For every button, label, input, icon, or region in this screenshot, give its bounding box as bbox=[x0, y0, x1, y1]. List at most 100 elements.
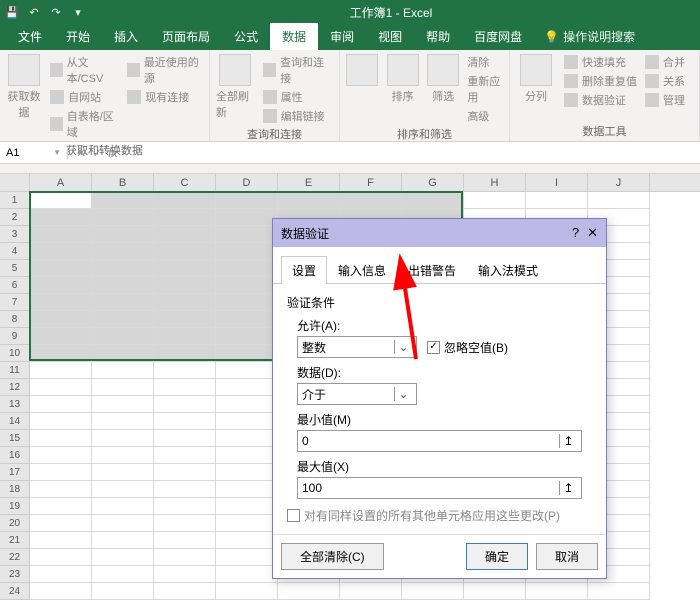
cell[interactable] bbox=[154, 362, 216, 379]
dialog-titlebar[interactable]: 数据验证 ? ✕ bbox=[273, 219, 606, 247]
cell[interactable] bbox=[154, 396, 216, 413]
row-header[interactable]: 1 bbox=[0, 192, 30, 209]
from-table[interactable]: 自表格/区域 bbox=[50, 108, 119, 140]
column-header[interactable]: H bbox=[464, 174, 526, 191]
row-header[interactable]: 12 bbox=[0, 379, 30, 396]
cell[interactable] bbox=[92, 515, 154, 532]
cell[interactable] bbox=[216, 515, 278, 532]
ok-button[interactable]: 确定 bbox=[466, 543, 528, 570]
sort-button[interactable]: 排序 bbox=[386, 54, 418, 104]
cell[interactable] bbox=[92, 192, 154, 209]
cancel-button[interactable]: 取消 bbox=[536, 543, 598, 570]
cell[interactable] bbox=[216, 413, 278, 430]
cell[interactable] bbox=[216, 243, 278, 260]
cell[interactable] bbox=[154, 277, 216, 294]
cell[interactable] bbox=[92, 226, 154, 243]
tab-input-msg[interactable]: 输入信息 bbox=[327, 256, 397, 284]
column-header[interactable]: J bbox=[588, 174, 650, 191]
row-header[interactable]: 5 bbox=[0, 260, 30, 277]
cell[interactable] bbox=[92, 396, 154, 413]
relationships[interactable]: 关系 bbox=[645, 73, 685, 89]
cell[interactable] bbox=[216, 481, 278, 498]
tab-view[interactable]: 视图 bbox=[366, 23, 414, 50]
column-header[interactable]: F bbox=[340, 174, 402, 191]
column-header[interactable]: B bbox=[92, 174, 154, 191]
row-header[interactable]: 19 bbox=[0, 498, 30, 515]
close-icon[interactable]: ✕ bbox=[587, 225, 598, 241]
column-header[interactable]: I bbox=[526, 174, 588, 191]
row-header[interactable]: 13 bbox=[0, 396, 30, 413]
cell[interactable] bbox=[588, 192, 650, 209]
cell[interactable] bbox=[30, 532, 92, 549]
recent-sources[interactable]: 最近使用的源 bbox=[127, 54, 203, 86]
cell[interactable] bbox=[92, 481, 154, 498]
cell[interactable] bbox=[154, 345, 216, 362]
name-box[interactable]: A1 ▼ bbox=[0, 147, 68, 159]
cell[interactable] bbox=[92, 549, 154, 566]
row-header[interactable]: 3 bbox=[0, 226, 30, 243]
cell[interactable] bbox=[92, 430, 154, 447]
cell[interactable] bbox=[30, 498, 92, 515]
cell[interactable] bbox=[92, 379, 154, 396]
cell[interactable] bbox=[30, 328, 92, 345]
row-header[interactable]: 6 bbox=[0, 277, 30, 294]
cell[interactable] bbox=[402, 583, 464, 600]
cell[interactable] bbox=[30, 396, 92, 413]
tab-error-alert[interactable]: 出错警告 bbox=[397, 256, 467, 284]
cell[interactable] bbox=[588, 583, 650, 600]
cell[interactable] bbox=[216, 311, 278, 328]
sort-az-button[interactable] bbox=[346, 54, 378, 86]
cell[interactable] bbox=[92, 243, 154, 260]
cell[interactable] bbox=[216, 549, 278, 566]
existing-conn[interactable]: 现有连接 bbox=[127, 89, 203, 105]
cell[interactable] bbox=[464, 583, 526, 600]
cell[interactable] bbox=[216, 328, 278, 345]
cell[interactable] bbox=[92, 260, 154, 277]
tab-ime-mode[interactable]: 输入法模式 bbox=[467, 256, 549, 284]
from-web[interactable]: 自网站 bbox=[50, 89, 119, 105]
remove-dup[interactable]: 删除重复值 bbox=[564, 73, 637, 89]
cell[interactable] bbox=[30, 464, 92, 481]
cell[interactable] bbox=[216, 583, 278, 600]
row-header[interactable]: 24 bbox=[0, 583, 30, 600]
cell[interactable] bbox=[216, 379, 278, 396]
row-header[interactable]: 14 bbox=[0, 413, 30, 430]
ignore-blank-checkbox[interactable]: ✓ 忽略空值(B) bbox=[427, 339, 508, 356]
cell[interactable] bbox=[154, 226, 216, 243]
column-header[interactable]: A bbox=[30, 174, 92, 191]
cell[interactable] bbox=[30, 549, 92, 566]
cell[interactable] bbox=[216, 192, 278, 209]
tab-review[interactable]: 审阅 bbox=[318, 23, 366, 50]
cell[interactable] bbox=[216, 277, 278, 294]
cancel-fx-icon[interactable]: ✕ bbox=[76, 146, 86, 160]
cell[interactable] bbox=[30, 379, 92, 396]
cell[interactable] bbox=[216, 209, 278, 226]
row-header[interactable]: 16 bbox=[0, 447, 30, 464]
from-text-csv[interactable]: 从文本/CSV bbox=[50, 54, 119, 86]
tab-file[interactable]: 文件 bbox=[6, 23, 54, 50]
cell[interactable] bbox=[340, 192, 402, 209]
cell[interactable] bbox=[464, 192, 526, 209]
tab-data[interactable]: 数据 bbox=[270, 23, 318, 50]
clear-all-button[interactable]: 全部清除(C) bbox=[281, 543, 384, 570]
cell[interactable] bbox=[216, 294, 278, 311]
cell[interactable] bbox=[154, 481, 216, 498]
tab-layout[interactable]: 页面布局 bbox=[150, 23, 222, 50]
cell[interactable] bbox=[154, 243, 216, 260]
column-header[interactable]: E bbox=[278, 174, 340, 191]
allow-select[interactable]: 整数 ⌄ bbox=[297, 336, 417, 358]
cell[interactable] bbox=[30, 311, 92, 328]
clear-filter[interactable]: 清除 bbox=[467, 54, 503, 70]
column-header[interactable]: D bbox=[216, 174, 278, 191]
tell-me[interactable]: 💡 操作说明搜索 bbox=[544, 28, 635, 50]
get-data-button[interactable]: 获取数 据 bbox=[6, 54, 42, 120]
row-header[interactable]: 7 bbox=[0, 294, 30, 311]
cell[interactable] bbox=[154, 464, 216, 481]
cell[interactable] bbox=[216, 226, 278, 243]
cell[interactable] bbox=[30, 430, 92, 447]
row-header[interactable]: 9 bbox=[0, 328, 30, 345]
redo-icon[interactable]: ↷ bbox=[48, 4, 64, 20]
cell[interactable] bbox=[402, 192, 464, 209]
tab-baidu[interactable]: 百度网盘 bbox=[462, 23, 534, 50]
cell[interactable] bbox=[154, 430, 216, 447]
